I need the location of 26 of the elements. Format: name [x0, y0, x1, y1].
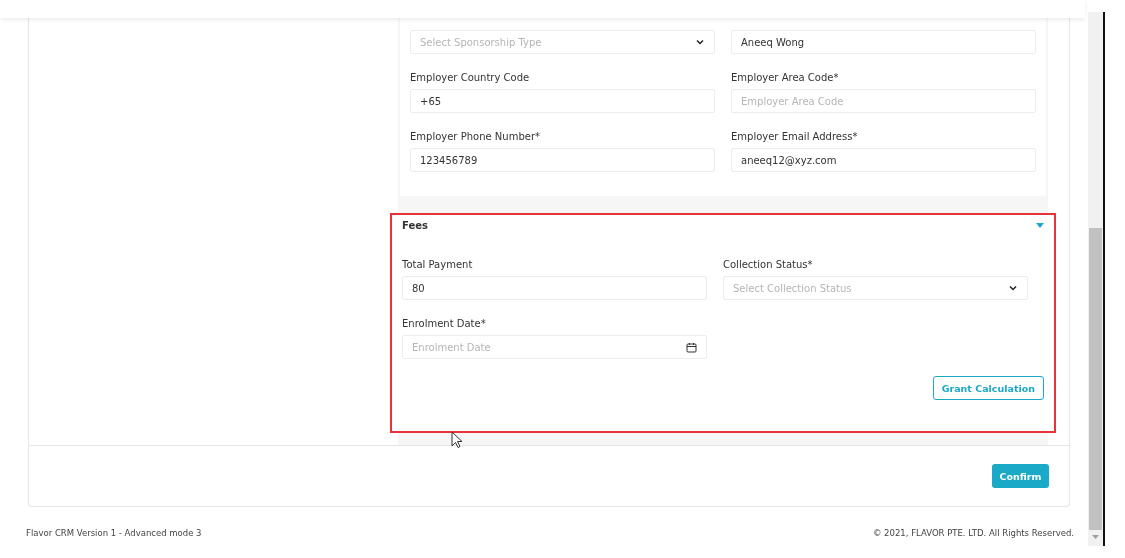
- input-field[interactable]: 123456789: [410, 148, 715, 172]
- date-field[interactable]: Enrolment Date: [402, 335, 707, 359]
- input-field[interactable]: 80: [402, 276, 707, 300]
- grant-calculation-button[interactable]: Grant Calculation: [932, 376, 1044, 400]
- field-label: Employer Area Code*: [731, 71, 839, 84]
- confirm-button[interactable]: Confirm: [992, 464, 1049, 488]
- field-label: Total Payment: [402, 258, 473, 271]
- input-field[interactable]: Employer Area Code: [731, 89, 1036, 113]
- input-field[interactable]: aneeq12@xyz.com: [731, 148, 1036, 172]
- chevron-down-icon: [1008, 283, 1018, 293]
- section-title: Fees: [402, 220, 428, 231]
- select-field[interactable]: Select Collection Status: [723, 276, 1028, 300]
- chevron-down-icon: [695, 37, 705, 47]
- input-field[interactable]: +65: [410, 89, 715, 113]
- scrollbar-drawing[interactable]: [1088, 12, 1105, 546]
- field-label: Enrolment Date*: [402, 317, 486, 330]
- calendar-icon: [686, 341, 697, 353]
- field-label: Employer Email Address*: [731, 130, 858, 143]
- caret-down-icon[interactable]: [1036, 222, 1044, 229]
- version-text: Flavor CRM Version 1 - Advanced mode 3: [26, 528, 202, 538]
- select-field[interactable]: Select Sponsorship Type: [410, 30, 715, 54]
- field-label: Collection Status*: [723, 258, 813, 271]
- copyright-text: © 2021, FLAVOR PTE. LTD. All Rights Reserved.: [872, 528, 1074, 538]
- field-label: Employer Phone Number*: [410, 130, 540, 143]
- field-label: Employer Country Code: [410, 71, 530, 84]
- input-field[interactable]: Aneeq Wong: [731, 30, 1036, 54]
